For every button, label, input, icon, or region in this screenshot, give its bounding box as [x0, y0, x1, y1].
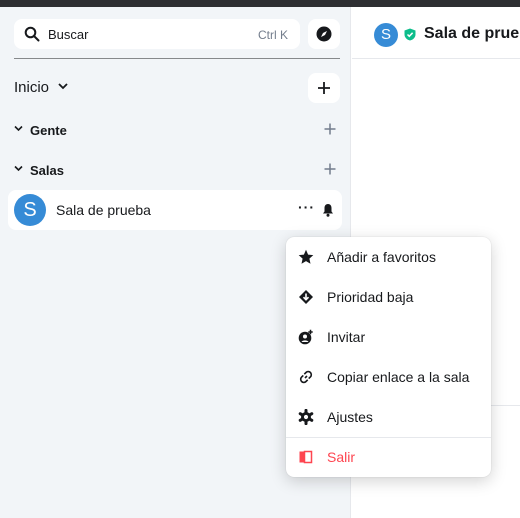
- explore-rooms-button[interactable]: [308, 19, 340, 49]
- room-header: S Sala de prueba: [352, 7, 520, 59]
- menu-item-label: Salir: [327, 449, 356, 465]
- star-icon: [298, 249, 314, 264]
- home-title: Inicio: [14, 79, 50, 96]
- section-people-label: Gente: [30, 123, 67, 138]
- compass-icon: [316, 26, 332, 42]
- room-list-item[interactable]: S Sala de prueba ···: [8, 190, 342, 230]
- timeline-divider: [490, 405, 520, 406]
- menu-item-copy-link[interactable]: Copiar enlace a la sala: [286, 357, 491, 397]
- invite-user-icon: [298, 329, 313, 345]
- add-button[interactable]: [308, 73, 340, 103]
- gear-icon: [298, 409, 314, 425]
- menu-item-label: Prioridad baja: [327, 289, 414, 305]
- link-icon: [299, 370, 313, 384]
- room-title: Sala de prueba: [424, 25, 520, 42]
- bell-icon[interactable]: [322, 203, 334, 217]
- plus-icon: [318, 82, 330, 94]
- avatar: S: [14, 194, 46, 226]
- menu-item-settings[interactable]: Ajustes: [286, 397, 491, 437]
- chevron-down-icon: [14, 165, 23, 172]
- menu-item-label: Copiar enlace a la sala: [327, 369, 470, 385]
- chevron-down-icon: [14, 125, 23, 132]
- menu-item-invite[interactable]: Invitar: [286, 317, 491, 357]
- search-placeholder: Buscar: [48, 27, 89, 42]
- menu-item-low-priority[interactable]: Prioridad baja: [286, 277, 491, 317]
- search-icon: [24, 26, 40, 42]
- chevron-down-icon: [58, 83, 68, 90]
- menu-item-leave[interactable]: Salir: [286, 437, 491, 477]
- section-rooms-label: Salas: [30, 163, 64, 178]
- menu-item-label: Ajustes: [327, 409, 373, 425]
- low-priority-icon: [299, 290, 313, 304]
- add-people-icon[interactable]: [324, 123, 336, 135]
- search-shortcut: Ctrl K: [258, 28, 288, 42]
- section-rooms[interactable]: Salas: [14, 160, 340, 180]
- menu-item-favorite[interactable]: Añadir a favoritos: [286, 237, 491, 277]
- avatar: S: [374, 23, 398, 47]
- window-top-bar: [0, 0, 520, 7]
- verified-shield-icon: [404, 28, 416, 41]
- room-name: Sala de prueba: [56, 202, 151, 218]
- section-people[interactable]: Gente: [14, 120, 340, 140]
- leave-door-icon: [299, 450, 313, 464]
- sidebar-divider: [14, 58, 340, 59]
- add-room-icon[interactable]: [324, 163, 336, 175]
- menu-item-label: Añadir a favoritos: [327, 249, 436, 265]
- room-context-menu: Añadir a favoritos Prioridad baja Invita…: [286, 237, 491, 477]
- room-options-button[interactable]: ···: [298, 199, 315, 215]
- menu-item-label: Invitar: [327, 329, 366, 345]
- search-button[interactable]: Buscar Ctrl K: [14, 19, 300, 49]
